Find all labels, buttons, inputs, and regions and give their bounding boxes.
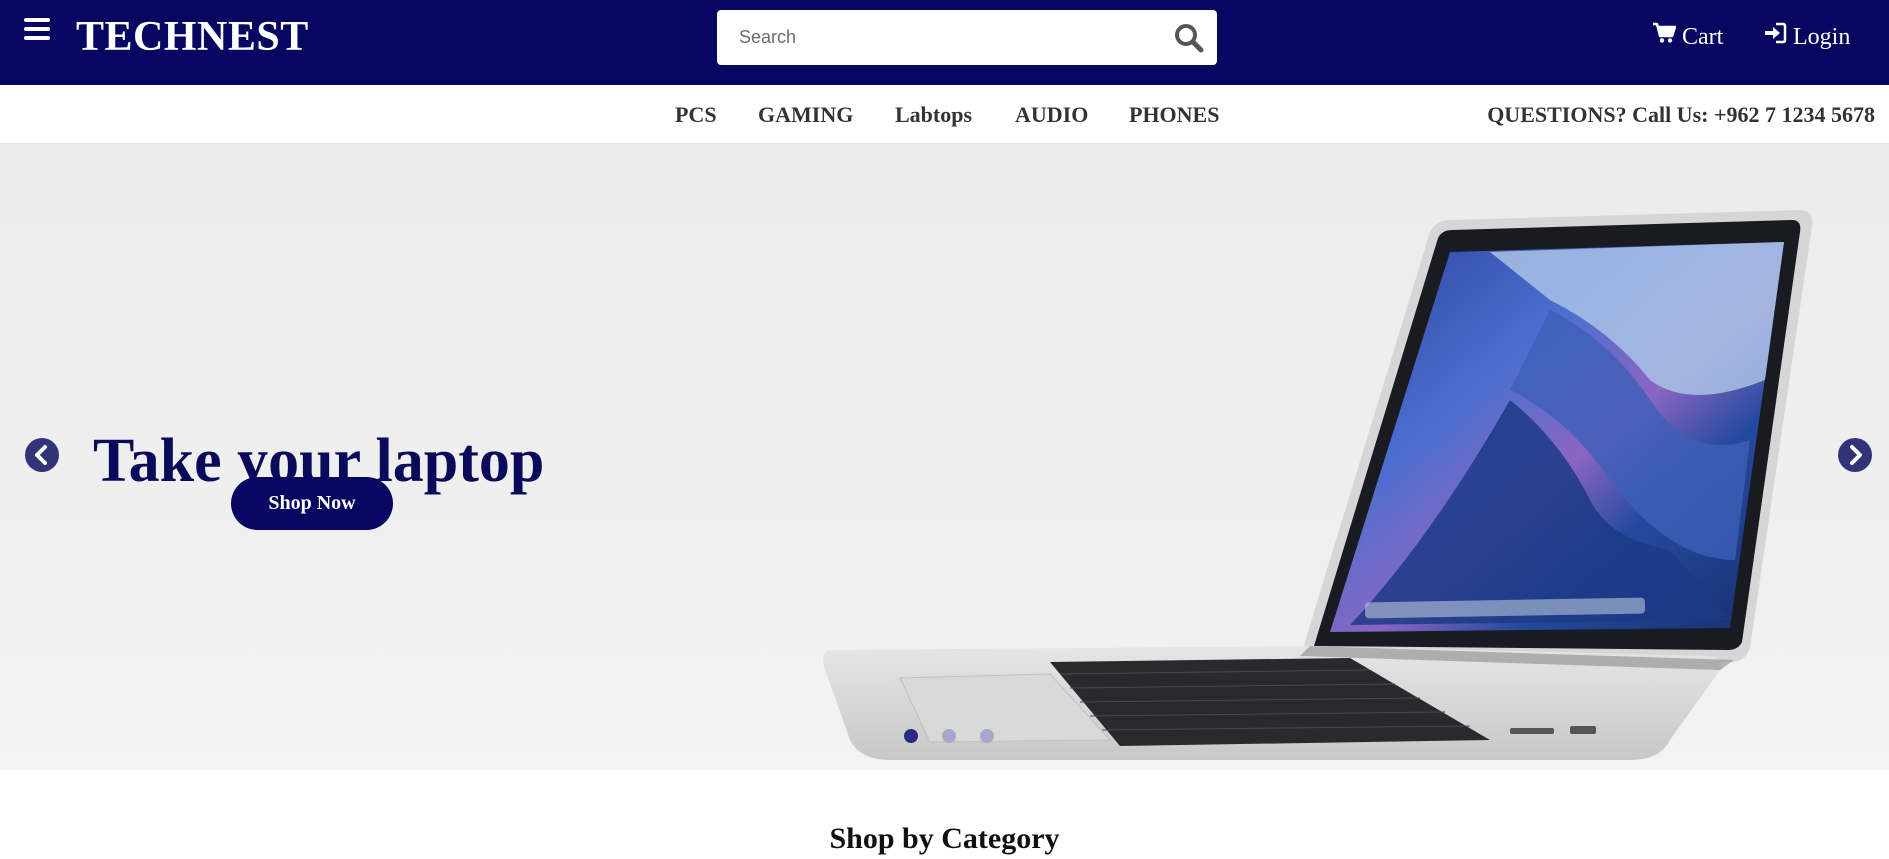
nav-item-gaming[interactable]: GAMING	[758, 102, 853, 128]
sign-in-icon	[1763, 22, 1787, 52]
search-box	[717, 10, 1217, 65]
cart-label: Cart	[1682, 24, 1724, 50]
brand-logo[interactable]: TECHNEST	[76, 12, 309, 62]
contact-phone-text: QUESTIONS? Call Us: +962 7 1234 5678	[1487, 102, 1875, 127]
carousel-dot-3[interactable]	[980, 729, 994, 743]
chevron-left-circle-icon[interactable]	[25, 438, 59, 472]
cart-link[interactable]: Cart	[1652, 22, 1723, 52]
login-link[interactable]: Login	[1763, 22, 1850, 52]
nav-item-pcs[interactable]: PCS	[675, 102, 717, 128]
shopping-cart-icon	[1652, 22, 1677, 52]
nav-item-audio[interactable]: AUDIO	[1015, 102, 1088, 128]
category-nav: PCS GAMING Labtops AUDIO PHONES QUESTION…	[0, 85, 1889, 144]
hero-carousel: Take your laptop Shop Now	[0, 144, 1889, 770]
carousel-dot-2[interactable]	[942, 729, 956, 743]
search-icon[interactable]	[1173, 22, 1205, 54]
hamburger-menu-icon[interactable]	[24, 18, 52, 42]
chevron-right-circle-icon[interactable]	[1838, 438, 1872, 472]
search-input[interactable]	[717, 10, 1157, 65]
shop-now-button[interactable]: Shop Now	[231, 477, 393, 530]
shop-by-category-heading: Shop by Category	[829, 821, 1060, 855]
carousel-indicators	[904, 729, 994, 743]
laptop-hero-image	[822, 210, 1813, 760]
nav-item-phones[interactable]: PHONES	[1129, 102, 1219, 128]
nav-item-laptops[interactable]: Labtops	[895, 102, 972, 128]
login-label: Login	[1793, 24, 1851, 50]
top-navbar: TECHNEST Cart Login	[0, 0, 1889, 85]
carousel-dot-1[interactable]	[904, 729, 918, 743]
